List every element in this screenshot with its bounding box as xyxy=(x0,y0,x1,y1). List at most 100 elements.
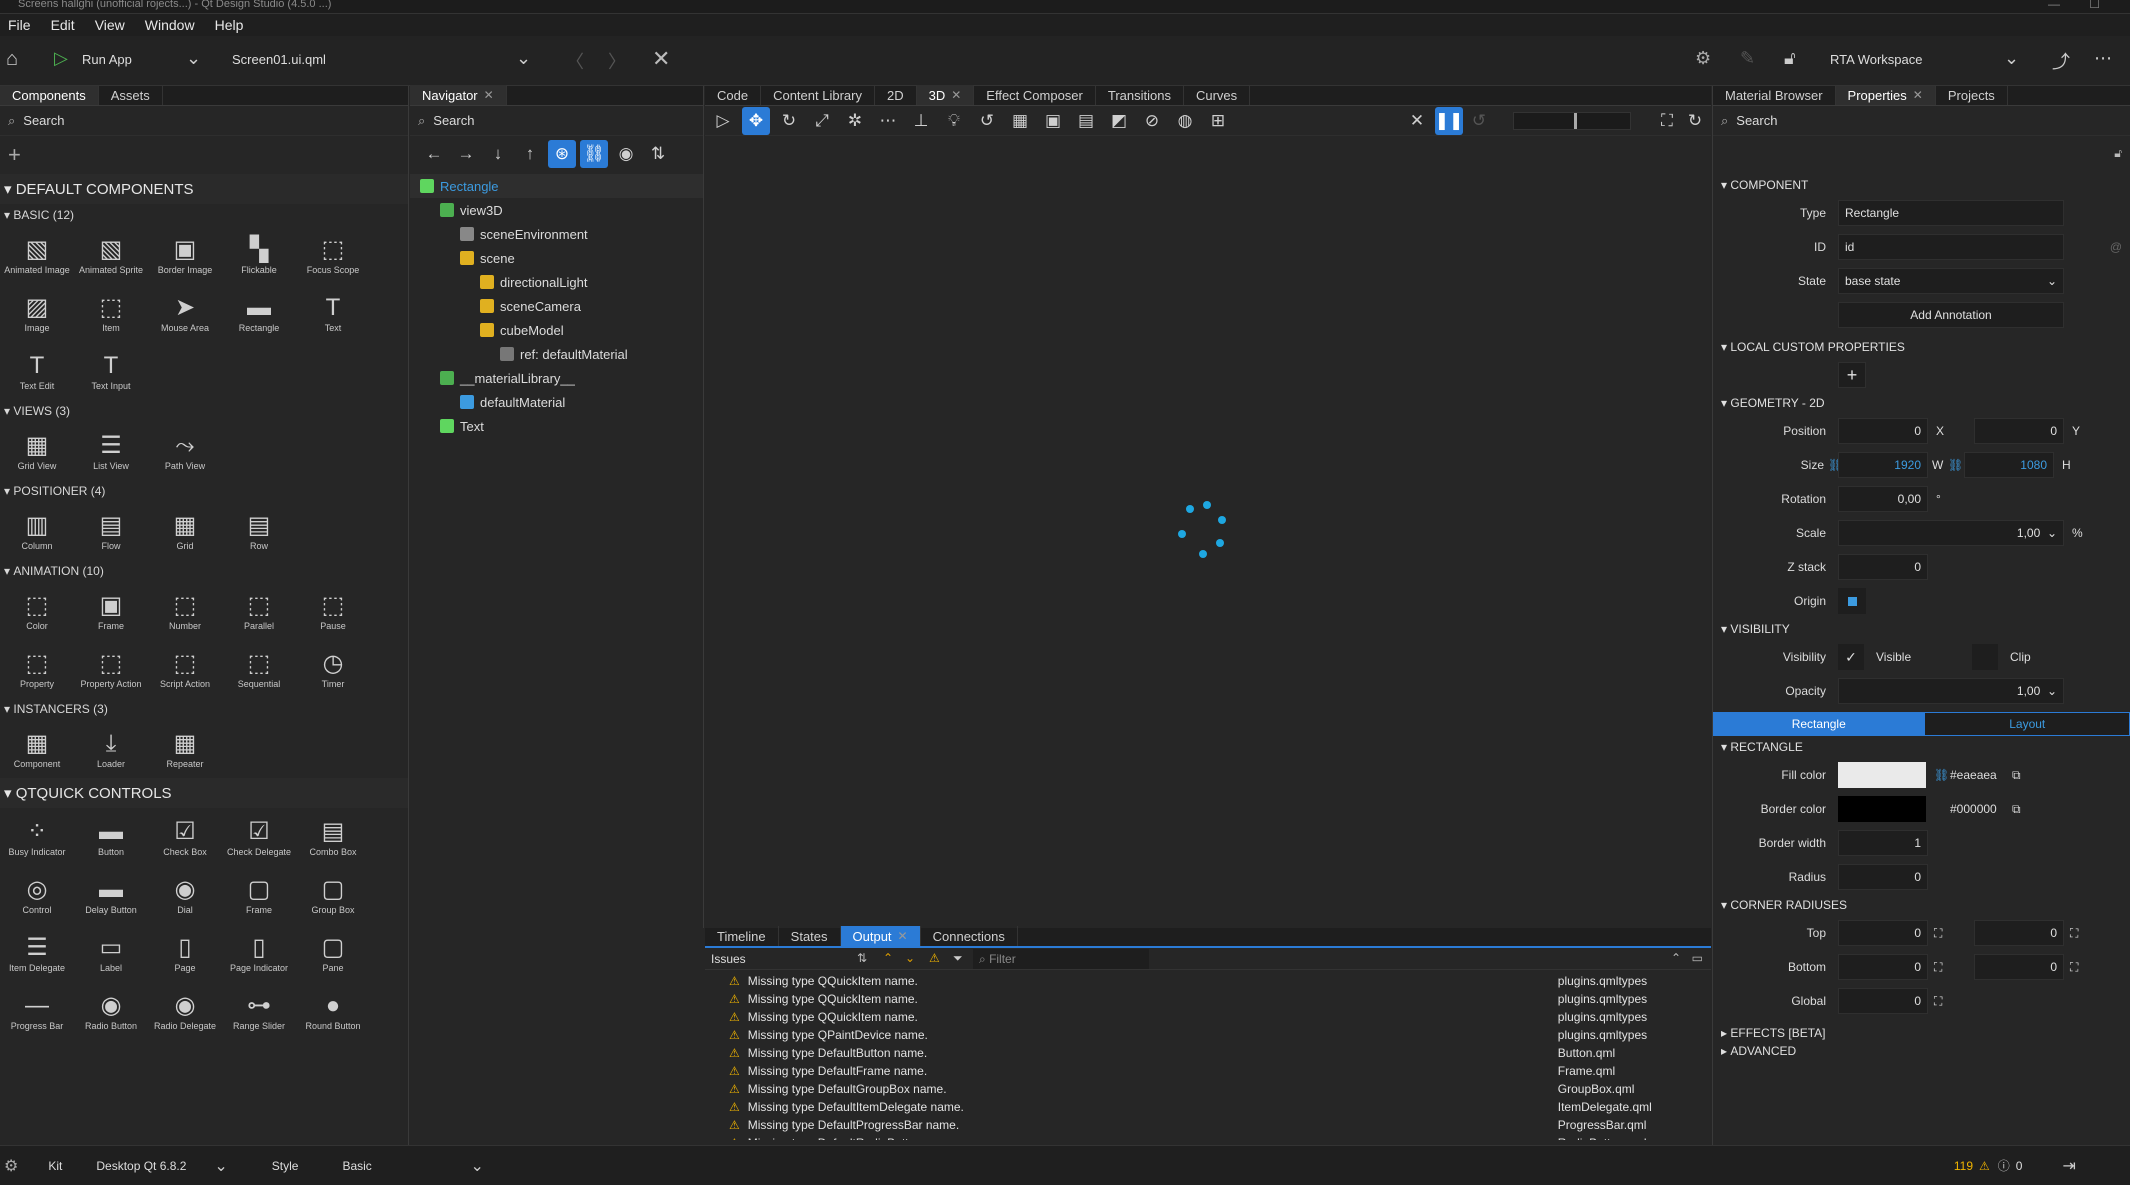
copy-icon[interactable]: ⧉ xyxy=(2012,802,2021,817)
menu-window[interactable]: Window xyxy=(145,17,195,33)
component-busy-indicator[interactable]: ⁘ Busy Indicator xyxy=(0,808,74,866)
align-icon[interactable]: ⋯ xyxy=(874,107,902,135)
filter-icon[interactable]: ⊛ xyxy=(548,140,576,168)
component-combo-box[interactable]: ▤ Combo Box xyxy=(296,808,370,866)
component-button[interactable]: ▬ Button xyxy=(74,808,148,866)
alias-icon[interactable]: @ xyxy=(2110,240,2122,254)
global-radius-field[interactable]: 0 xyxy=(1838,988,1928,1014)
arrow-left-icon[interactable]: ← xyxy=(420,140,448,168)
arrow-up-icon[interactable]: ↑ xyxy=(516,140,544,168)
background-icon[interactable]: ◍ xyxy=(1171,107,1199,135)
navigator-item[interactable]: defaultMaterial xyxy=(410,390,703,414)
y-field[interactable]: 0 xyxy=(1974,418,2064,444)
back-icon[interactable]: 〈 xyxy=(566,48,584,74)
tab-transitions[interactable]: Transitions xyxy=(1096,85,1184,105)
close-icon[interactable]: ✕ xyxy=(1913,88,1923,102)
group-header[interactable]: ▾ POSITIONER (4) xyxy=(0,480,408,502)
navigator-item[interactable]: sceneCamera xyxy=(410,294,703,318)
grid-icon[interactable]: ⊞ xyxy=(1204,107,1232,135)
component-item[interactable]: ⬚ Item xyxy=(74,284,148,342)
component-page[interactable]: ▯ Page xyxy=(148,924,222,982)
reset-icon[interactable]: ↺ xyxy=(1465,107,1493,135)
visibility-toggle-icon[interactable]: ⊘ xyxy=(1138,107,1166,135)
x-field[interactable]: 0 xyxy=(1838,418,1928,444)
issue-file[interactable]: plugins.qmltypes xyxy=(1558,992,1647,1006)
clip-checkbox[interactable] xyxy=(1972,644,1998,670)
issue-file[interactable]: ProgressBar.qml xyxy=(1558,1118,1647,1132)
section-qtquick-controls[interactable]: ▾ QTQUICK CONTROLS xyxy=(0,778,408,808)
fit-icon[interactable]: ✲ xyxy=(841,107,869,135)
add-annotation-button[interactable]: Add Annotation xyxy=(1838,302,2064,328)
navigator-item[interactable]: Text xyxy=(410,414,703,438)
arrow-right-icon[interactable]: → xyxy=(452,140,480,168)
components-search[interactable]: ⌕ Search xyxy=(0,106,408,136)
component-round-button[interactable]: ● Round Button xyxy=(296,982,370,1040)
component-flickable[interactable]: ▚ Flickable xyxy=(222,226,296,284)
current-file-select[interactable]: Screen01.ui.qml xyxy=(232,52,326,67)
arrow-down-icon[interactable]: ↓ xyxy=(484,140,512,168)
maximize-icon[interactable]: ☐ xyxy=(2089,0,2100,11)
workspace-select[interactable]: RTA Workspace xyxy=(1830,52,1922,67)
component-column[interactable]: ▥ Column xyxy=(0,502,74,560)
tab-connections[interactable]: Connections xyxy=(921,926,1018,946)
sort-icon[interactable]: ⇅ xyxy=(644,140,672,168)
issue-file[interactable]: Frame.qml xyxy=(1558,1064,1615,1078)
camera-icon[interactable]: ▣ xyxy=(1039,107,1067,135)
lock-icon[interactable]: 🔓︎ xyxy=(2114,146,2122,161)
close-icon[interactable]: ✕ xyxy=(951,88,961,102)
select-tool-icon[interactable]: ▷ xyxy=(709,107,737,135)
settings-icon[interactable]: ⚙ xyxy=(1695,48,1711,69)
component-script-action[interactable]: ⬚ Script Action xyxy=(148,640,222,698)
component-label[interactable]: ▭ Label xyxy=(74,924,148,982)
tab-content-library[interactable]: Content Library xyxy=(761,85,875,105)
component-text-edit[interactable]: T Text Edit xyxy=(0,342,74,400)
component-progress-bar[interactable]: — Progress Bar xyxy=(0,982,74,1040)
section-component[interactable]: ▾ COMPONENT xyxy=(1713,174,2130,196)
component-grid-view[interactable]: ▦ Grid View xyxy=(0,422,74,480)
forward-icon[interactable]: 〉 xyxy=(608,48,626,74)
issue-row[interactable]: ⚠ Missing type DefaultItemDelegate name. I… xyxy=(729,1098,1711,1116)
chevron-down-icon[interactable]: ⌄ xyxy=(470,1156,483,1176)
component-sequential[interactable]: ⬚ Sequential xyxy=(222,640,296,698)
id-field[interactable]: id xyxy=(1838,234,2064,260)
close-icon[interactable]: ✕ xyxy=(484,88,494,102)
type-field[interactable]: Rectangle xyxy=(1838,200,2064,226)
float-icon[interactable]: ▭ xyxy=(1692,951,1703,965)
opacity-field[interactable]: 1,00 ⌄ xyxy=(1838,678,2064,704)
link-icon[interactable]: ⛓ xyxy=(1828,458,1843,472)
close-document-icon[interactable]: ✕ xyxy=(652,46,670,72)
issue-row[interactable]: ⚠ Missing type DefaultFrame name. Frame.qm… xyxy=(729,1062,1711,1080)
tab-timeline[interactable]: Timeline xyxy=(705,926,779,946)
scale-tool-icon[interactable]: ⤢ xyxy=(808,107,836,135)
issue-row[interactable]: ⚠ Missing type DefaultGroupBox name. Group… xyxy=(729,1080,1711,1098)
edit-icon[interactable]: ✎ xyxy=(1740,48,1755,69)
section-effects[interactable]: ▸ EFFECTS [BETA] xyxy=(1713,1022,2130,1044)
issue-file[interactable]: plugins.qmltypes xyxy=(1558,1028,1647,1042)
group-header[interactable]: ▾ INSTANCERS (3) xyxy=(0,698,408,720)
issue-file[interactable]: ItemDelegate.qml xyxy=(1558,1100,1652,1114)
tab-3d[interactable]: 3D ✕ xyxy=(916,85,975,105)
tab-2d[interactable]: 2D xyxy=(875,85,917,105)
minimize-icon[interactable]: — xyxy=(2048,0,2060,11)
menu-file[interactable]: File xyxy=(8,17,31,33)
rotation-field[interactable]: 0,00 xyxy=(1838,486,1928,512)
component-delay-button[interactable]: ▬ Delay Button xyxy=(74,866,148,924)
component-check-box[interactable]: ☑ Check Box xyxy=(148,808,222,866)
top-left-radius-field[interactable]: 0 xyxy=(1838,920,1928,946)
perspective-icon[interactable]: ◩ xyxy=(1105,107,1133,135)
file-dropdown-icon[interactable]: ⌄ xyxy=(516,48,531,69)
add-module-icon[interactable]: + xyxy=(0,136,408,174)
component-pause[interactable]: ⬚ Pause xyxy=(296,582,370,640)
kit-select[interactable]: Desktop Qt 6.8.2 xyxy=(96,1159,214,1173)
share-icon[interactable]: ⤴ xyxy=(2052,48,2070,74)
error-count[interactable]: 0 xyxy=(2016,1159,2023,1173)
scale-field[interactable]: 1,00 ⌄ xyxy=(1838,520,2064,546)
component-number[interactable]: ⬚ Number xyxy=(148,582,222,640)
component-animated-sprite[interactable]: ▧ Animated Sprite xyxy=(74,226,148,284)
component-radio-delegate[interactable]: ◉ Radio Delegate xyxy=(148,982,222,1040)
chevron-down-icon[interactable]: ⌄ xyxy=(905,951,915,965)
component-timer[interactable]: ◷ Timer xyxy=(296,640,370,698)
bottom-right-radius-field[interactable]: 0 xyxy=(1974,954,2064,980)
link-icon[interactable]: ⛓ xyxy=(1948,458,1964,472)
tab-output[interactable]: Output ✕ xyxy=(840,926,921,946)
